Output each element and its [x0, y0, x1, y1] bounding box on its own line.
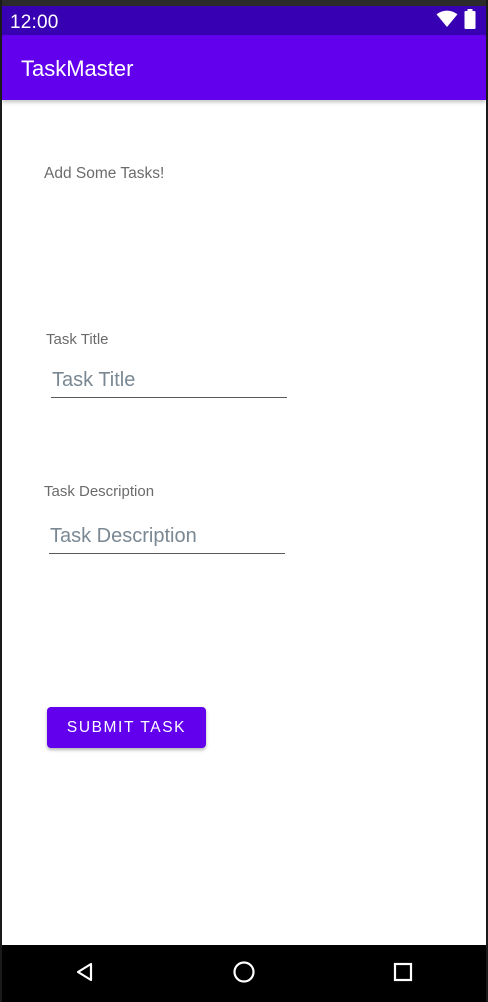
page-heading: Add Some Tasks! — [44, 165, 165, 182]
wifi-icon — [436, 10, 458, 33]
task-description-label: Task Description — [44, 483, 155, 500]
device-screen: 12:00 TaskMaster Add Some Tasks! Task Ti… — [0, 0, 488, 1002]
task-title-input[interactable] — [51, 364, 287, 398]
app-title: TaskMaster — [21, 56, 134, 81]
task-title-label: Task Title — [46, 331, 109, 348]
back-icon — [74, 961, 96, 988]
recents-button[interactable] — [388, 959, 418, 989]
app-bar: TaskMaster — [2, 35, 486, 100]
status-time: 12:00 — [10, 12, 59, 33]
home-icon — [231, 959, 257, 990]
back-button[interactable] — [70, 959, 100, 989]
submit-task-button[interactable]: SUBMIT TASK — [47, 707, 206, 748]
status-icons — [436, 8, 476, 34]
status-bar: 12:00 — [2, 6, 486, 35]
battery-icon — [464, 8, 476, 34]
home-button[interactable] — [229, 959, 259, 989]
recents-icon — [392, 961, 414, 988]
navigation-bar — [2, 945, 486, 1002]
task-description-input[interactable] — [49, 520, 285, 554]
